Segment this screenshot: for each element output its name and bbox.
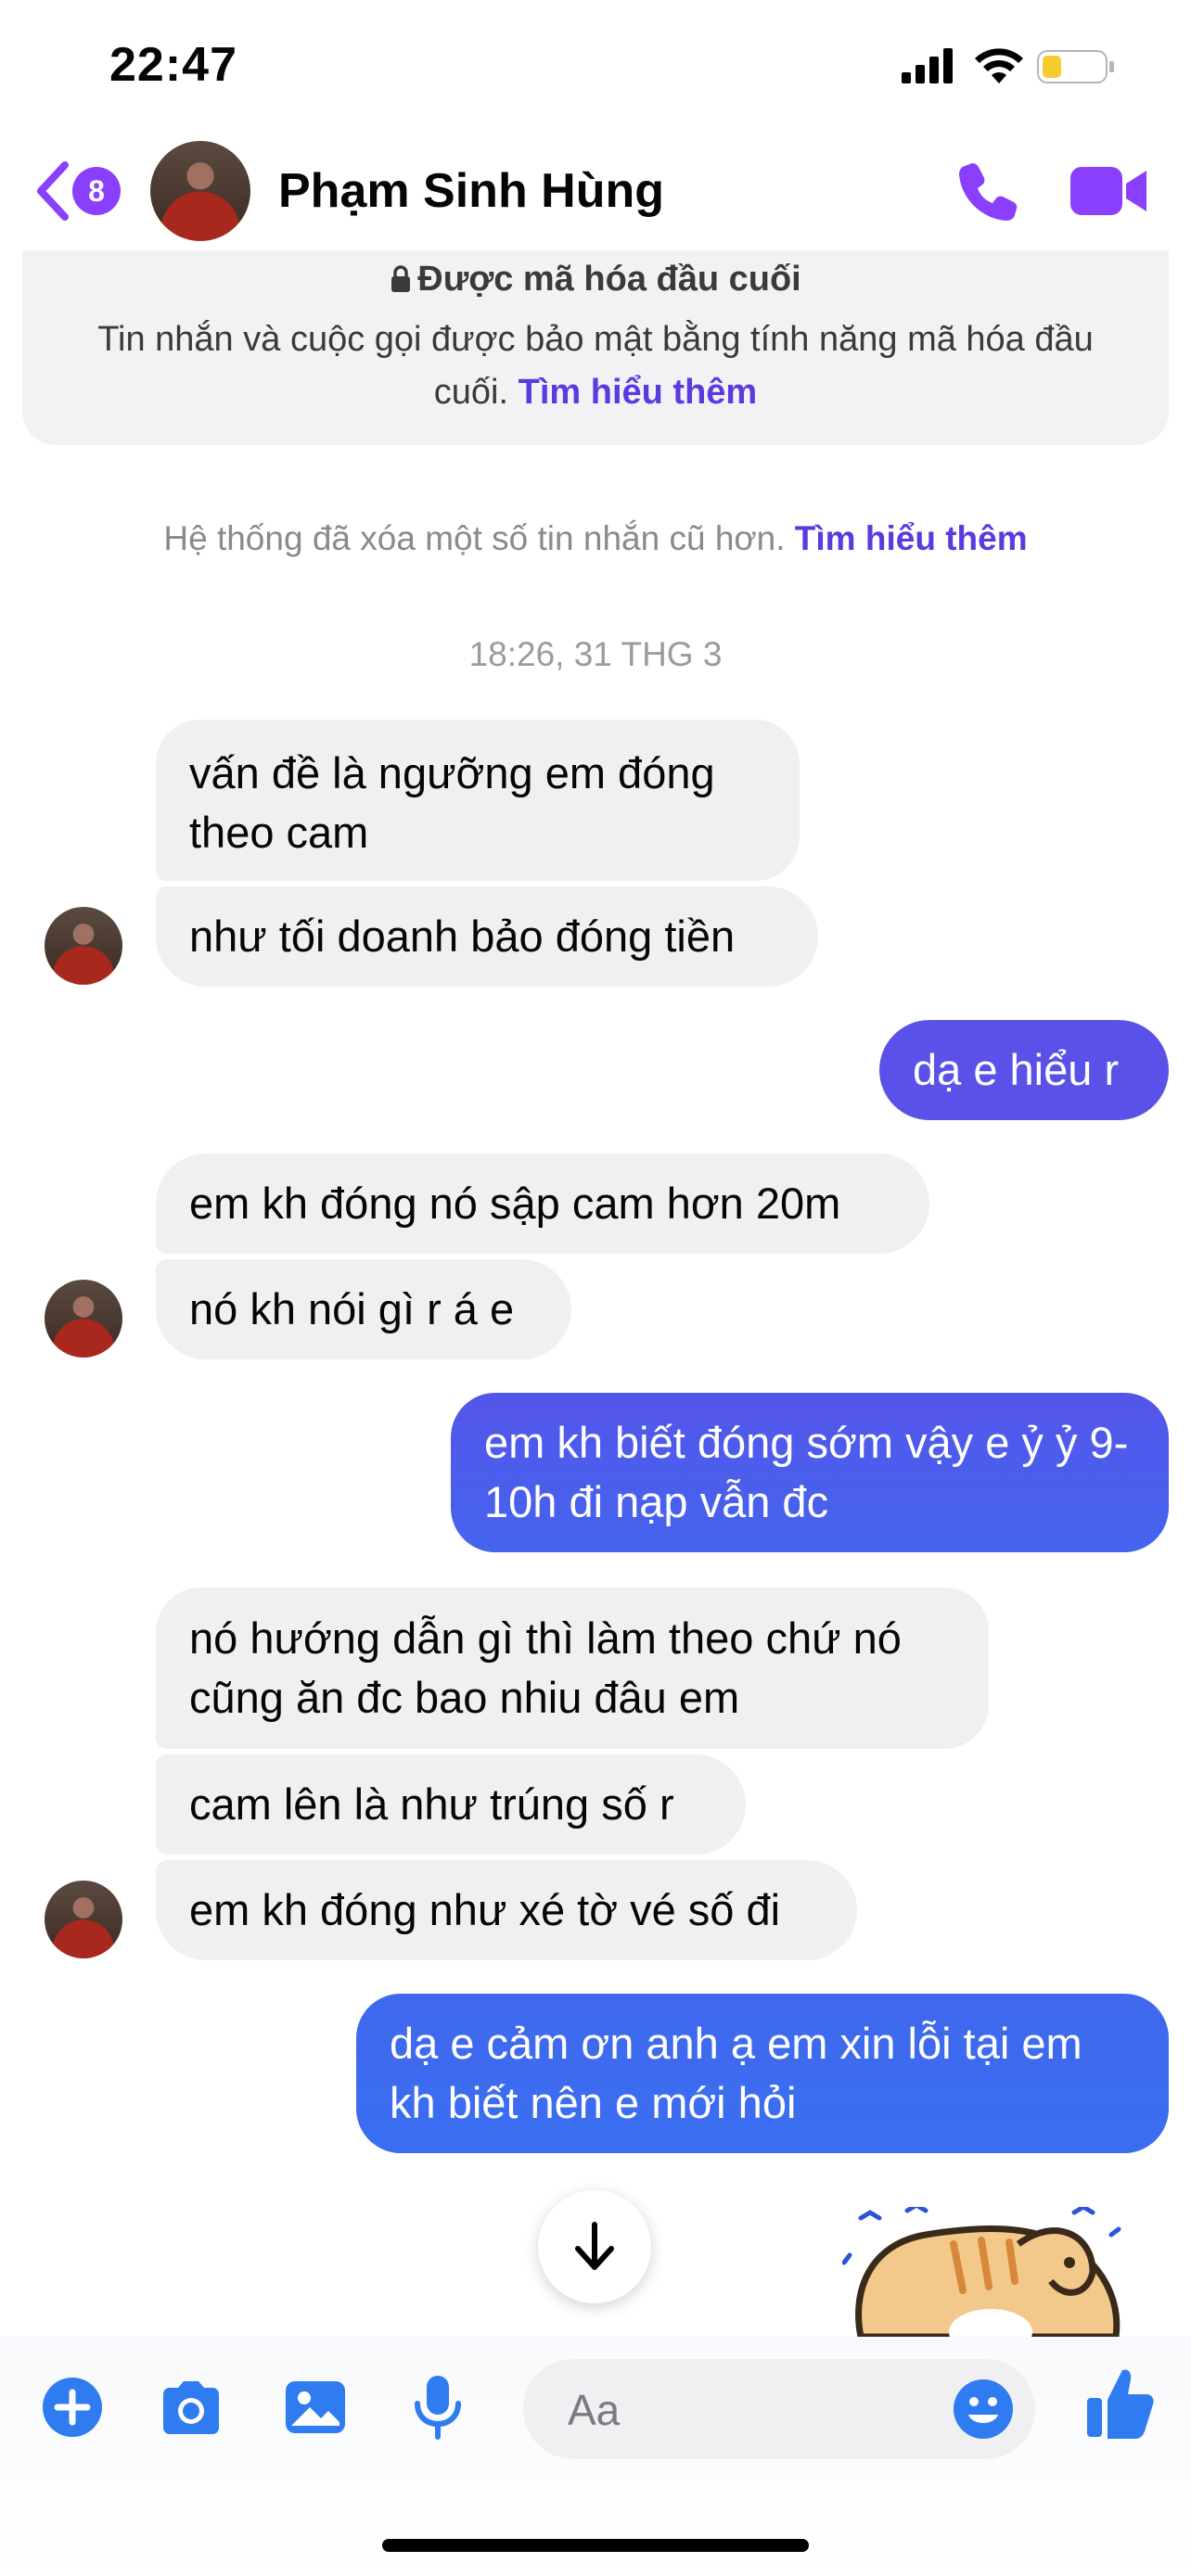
wifi-icon (975, 48, 1023, 83)
unread-count-badge: 8 (72, 167, 121, 215)
thumbs-up-icon[interactable] (1085, 2366, 1156, 2441)
system-note-learn-more-link[interactable]: Tìm hiểu thêm (795, 519, 1028, 557)
plus-icon[interactable] (39, 2374, 106, 2441)
lock-icon (391, 265, 411, 292)
home-indicator (382, 2539, 809, 2552)
system-note-text: Hệ thống đã xóa một số tin nhắn cũ hơn. (163, 519, 786, 557)
scroll-to-bottom-button[interactable] (538, 2190, 651, 2303)
message-bubble-outgoing[interactable]: em kh biết đóng sớm vậy e ỷ ỷ 9-10h đi n… (451, 1393, 1169, 1552)
emoji-icon[interactable] (952, 2378, 1015, 2441)
cat-sticker-image[interactable] (842, 2207, 1130, 2337)
sender-avatar[interactable] (45, 1280, 122, 1358)
sender-avatar[interactable] (45, 907, 122, 985)
message-input[interactable] (566, 2383, 922, 2437)
contact-name[interactable]: Phạm Sinh Hùng (278, 163, 664, 219)
message-bubble-incoming[interactable]: cam lên là như trúng số r (156, 1754, 746, 1855)
message-bubble-incoming[interactable]: vấn đề là ngưỡng em đóng theo cam (156, 720, 800, 881)
message-bubble-incoming[interactable]: như tối doanh bảo đóng tiền (156, 886, 818, 987)
back-icon (37, 161, 69, 221)
image-icon[interactable] (282, 2374, 349, 2441)
encryption-title: Được mã hóa đầu cuối (0, 260, 1191, 300)
camera-icon[interactable] (158, 2374, 224, 2441)
video-camera-icon[interactable] (1070, 163, 1148, 219)
encryption-title-text: Được mã hóa đầu cuối (417, 260, 801, 299)
encryption-learn-more-link[interactable]: Tìm hiểu thêm (519, 373, 758, 412)
cellular-signal-icon (902, 48, 953, 83)
status-time: 22:47 (109, 38, 237, 92)
battery-icon (1037, 50, 1114, 83)
message-bubble-incoming[interactable]: nó hướng dẫn gì thì làm theo chứ nó cũng… (156, 1588, 989, 1749)
phone-icon[interactable] (955, 158, 1022, 224)
message-timestamp: 18:26, 31 THG 3 (468, 635, 723, 673)
arrow-down-icon (575, 2222, 614, 2270)
encryption-body: Tin nhắn và cuộc gọi được bảo mật bằng t… (56, 313, 1135, 419)
message-bubble-incoming[interactable]: em kh đóng nó sập cam hơn 20m (156, 1154, 929, 1254)
microphone-icon[interactable] (404, 2374, 471, 2441)
message-bubble-incoming[interactable]: nó kh nói gì r á e (156, 1259, 571, 1359)
message-bubble-outgoing[interactable]: dạ e hiểu r (879, 1020, 1169, 1120)
message-bubble-incoming[interactable]: em kh đóng như xé tờ vé số đi (156, 1860, 857, 1960)
message-input-container[interactable] (523, 2359, 1035, 2459)
system-note: Hệ thống đã xóa một số tin nhắn cũ hơn. … (0, 519, 1191, 558)
back-button[interactable]: 8 (33, 158, 126, 224)
message-bubble-outgoing[interactable]: dạ e cảm ơn anh ạ em xin lỗi tại em kh b… (356, 1994, 1169, 2153)
sender-avatar[interactable] (45, 1881, 122, 1958)
contact-avatar[interactable] (150, 141, 250, 241)
